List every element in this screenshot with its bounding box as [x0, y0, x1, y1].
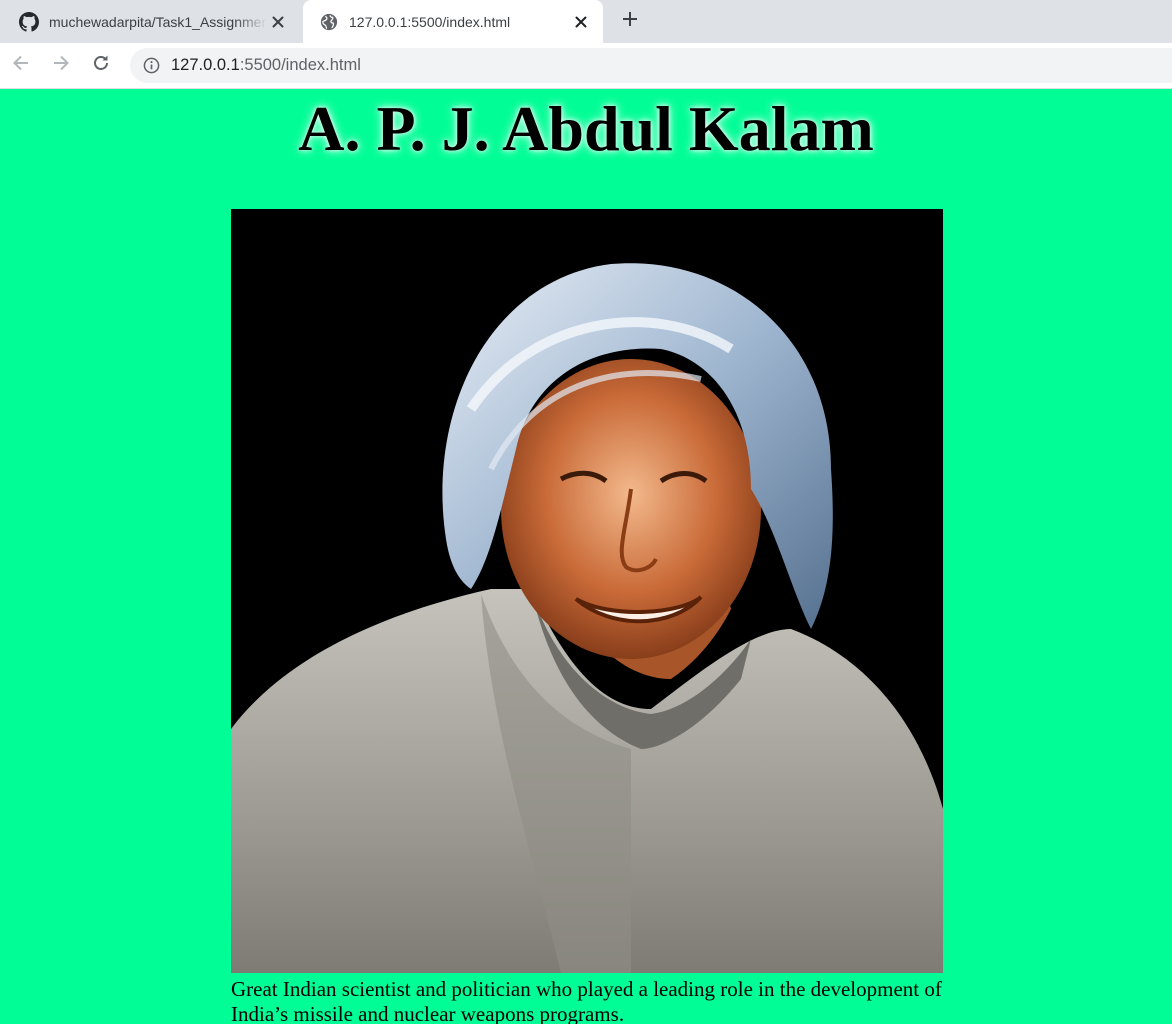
close-icon[interactable]	[570, 11, 592, 33]
browser-toolbar: 127.0.0.1:5500/index.html	[0, 43, 1172, 89]
info-icon[interactable]	[142, 57, 160, 75]
tab-title: 127.0.0.1:5500/index.html	[349, 13, 511, 30]
description-text: Great Indian scientist and politician wh…	[231, 977, 942, 1024]
tab-strip: muchewadarpita/Task1_Assignment 127.0.0.…	[0, 0, 1172, 43]
arrow-right-icon	[51, 53, 71, 78]
forward-button[interactable]	[48, 52, 74, 78]
url-host: 127.0.0.1	[171, 56, 240, 74]
plus-icon	[622, 11, 638, 32]
close-icon[interactable]	[267, 11, 289, 33]
address-bar[interactable]: 127.0.0.1:5500/index.html	[130, 48, 1172, 83]
tab-github[interactable]: muchewadarpita/Task1_Assignment	[0, 0, 302, 43]
reload-icon	[91, 53, 111, 78]
portrait-image	[231, 209, 943, 973]
url-path: :5500/index.html	[239, 56, 361, 74]
new-tab-button[interactable]	[617, 8, 643, 34]
url-text: 127.0.0.1:5500/index.html	[171, 56, 361, 75]
globe-icon	[319, 12, 339, 32]
page-content: A. P. J. Abdul Kalam Great Indian scient…	[0, 89, 1172, 1024]
page-title: A. P. J. Abdul Kalam	[298, 93, 874, 164]
github-icon	[19, 11, 39, 32]
back-button[interactable]	[8, 52, 34, 78]
arrow-left-icon	[11, 53, 31, 78]
tab-title: muchewadarpita/Task1_Assignment	[49, 13, 267, 30]
reload-button[interactable]	[88, 52, 114, 78]
tab-index-html[interactable]: 127.0.0.1:5500/index.html	[303, 0, 603, 43]
